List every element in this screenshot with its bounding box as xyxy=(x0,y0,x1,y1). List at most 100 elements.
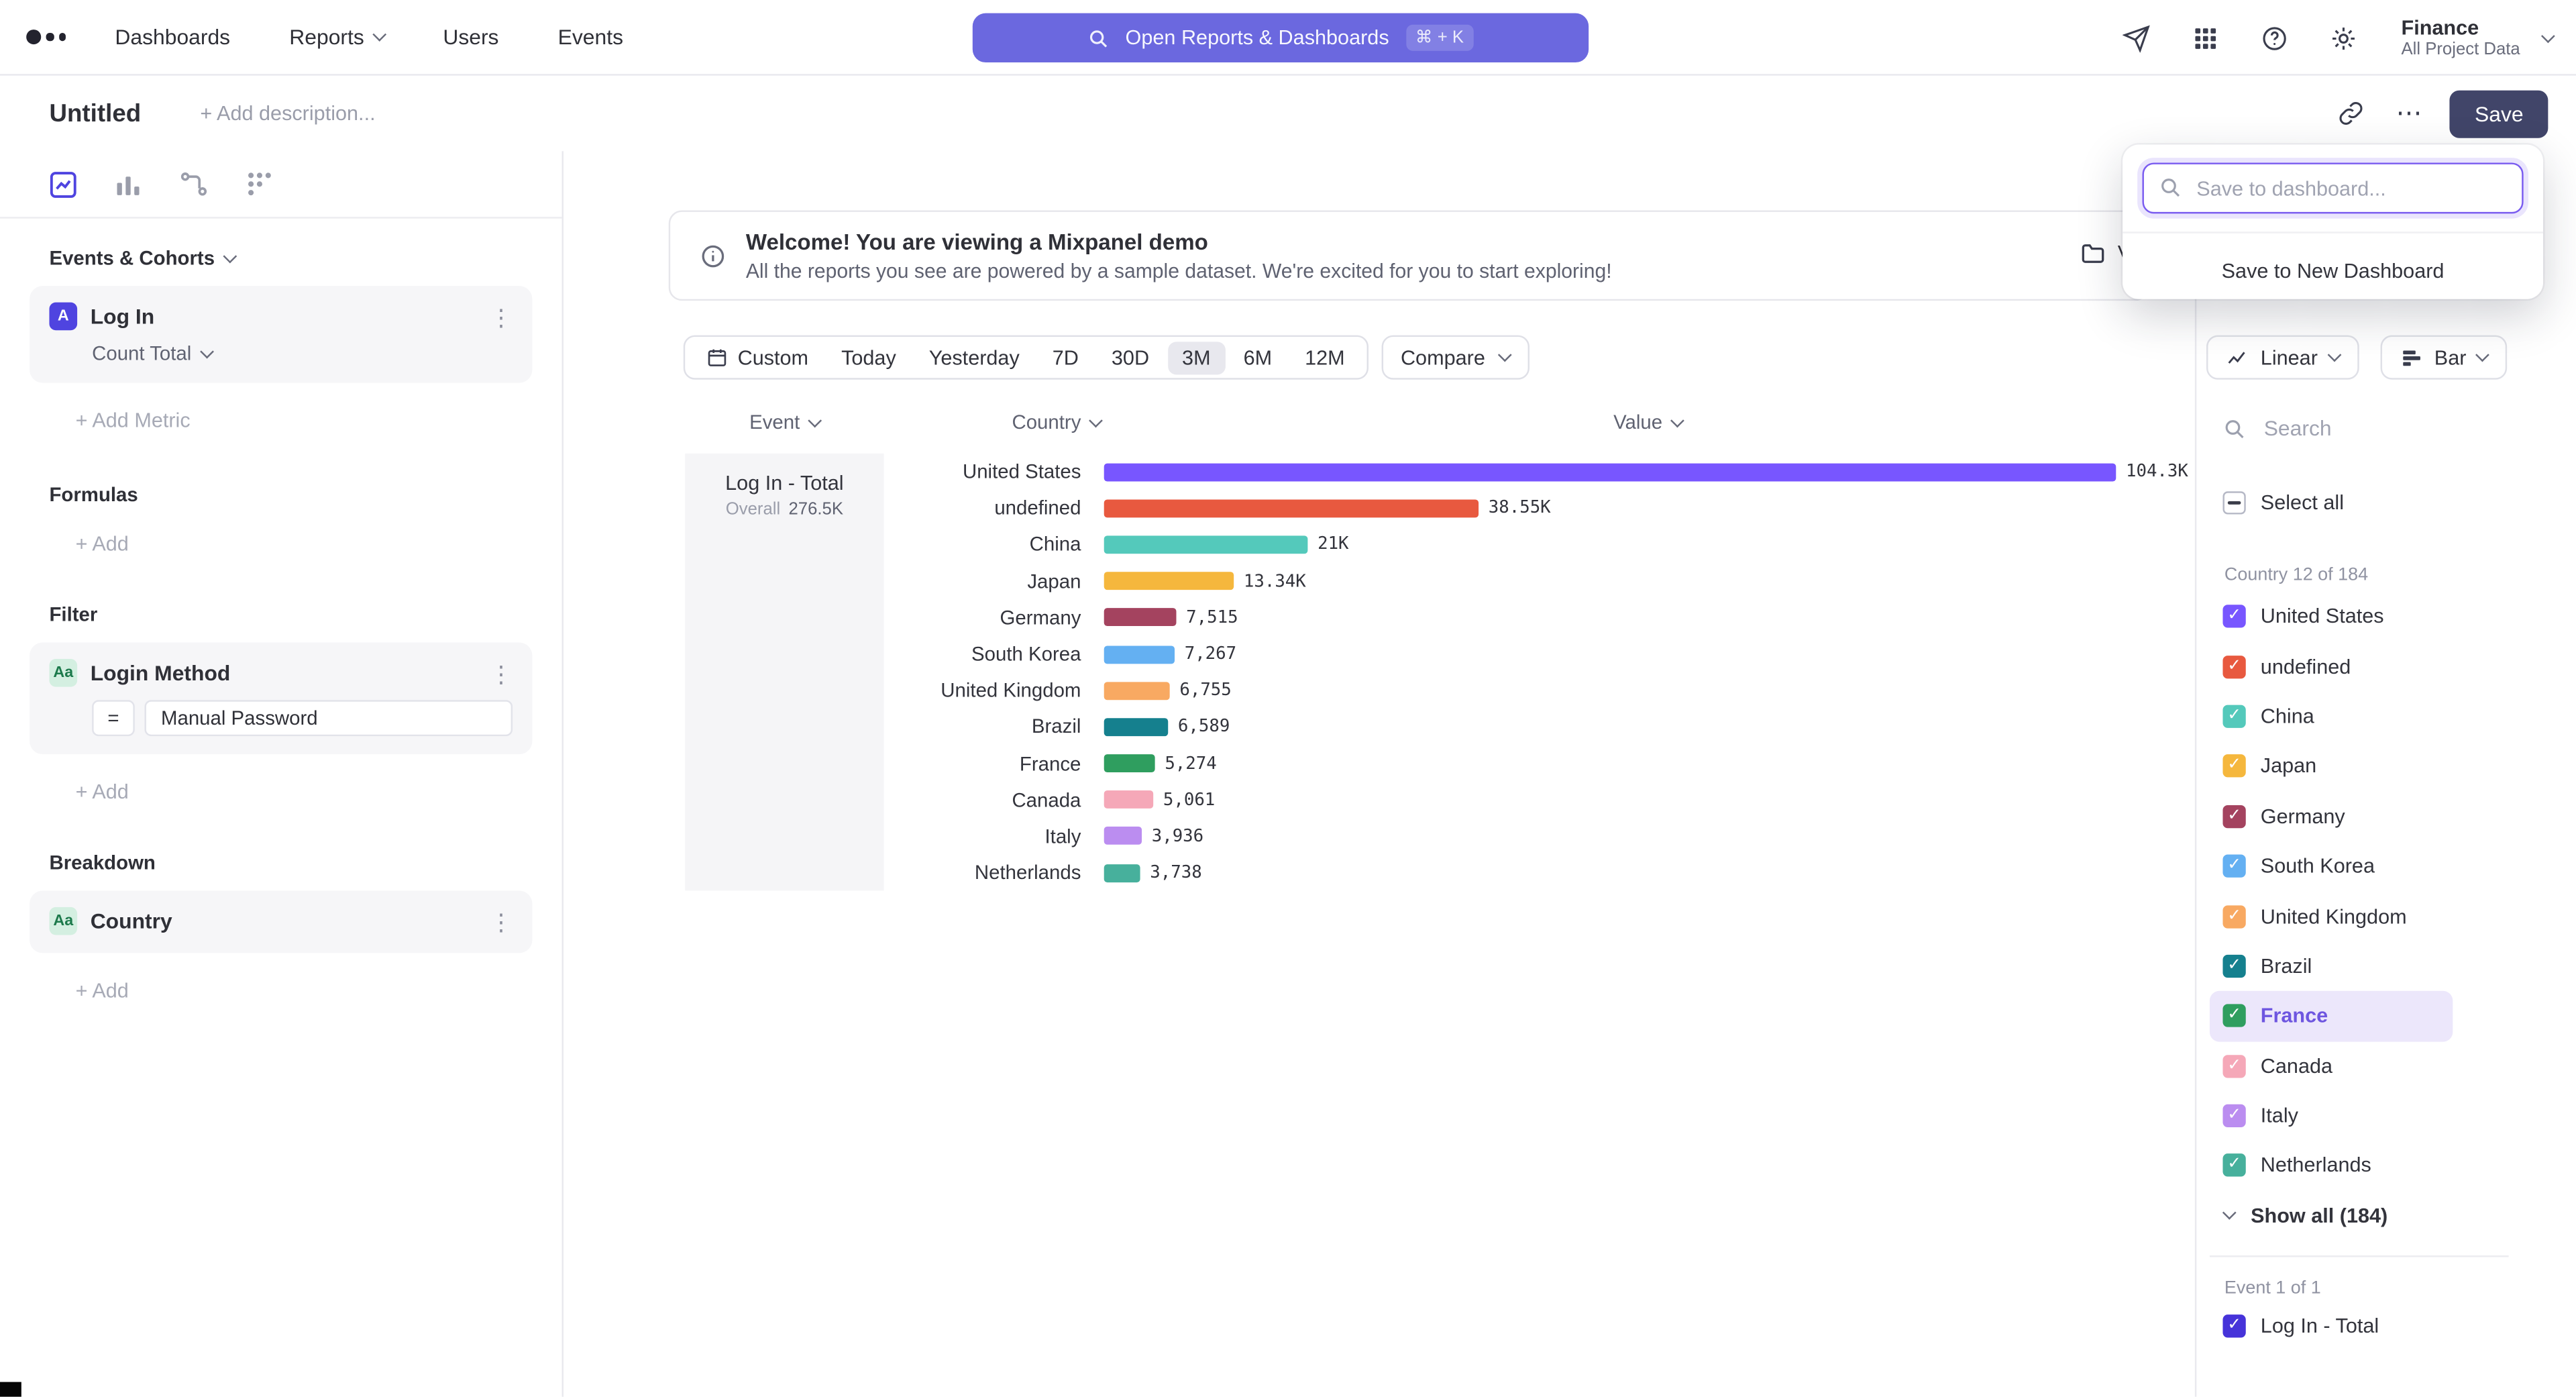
filter-item-united-states[interactable]: ✓United States xyxy=(2210,592,2453,641)
value-bar[interactable] xyxy=(1104,572,1234,590)
share-link-icon[interactable] xyxy=(2333,95,2369,132)
filter-item-france[interactable]: ✓France xyxy=(2210,991,2453,1041)
country-label[interactable]: Netherlands xyxy=(884,862,1104,884)
value-bar[interactable] xyxy=(1104,645,1175,663)
save-to-dashboard-input[interactable] xyxy=(2193,175,2505,201)
checkbox-checked-icon[interactable]: ✓ xyxy=(2222,955,2245,978)
nav-item-users[interactable]: Users xyxy=(443,25,498,50)
filter-card[interactable]: Aa Login Method ⋮ = Manual Password xyxy=(30,643,532,755)
country-column-header[interactable]: Country xyxy=(884,411,1104,433)
checkbox-checked-icon[interactable]: ✓ xyxy=(2222,655,2245,678)
value-bar[interactable] xyxy=(1104,718,1169,736)
metric-card[interactable]: A Log In ⋮ Count Total xyxy=(30,286,532,382)
value-column-header[interactable]: Value xyxy=(1104,411,2192,433)
event-legend-item[interactable]: ✓ Log In - Total xyxy=(2222,1314,2379,1337)
project-switcher[interactable]: Finance All Project Data xyxy=(2401,16,2553,60)
breakdown-kebab-icon[interactable]: ⋮ xyxy=(490,910,513,933)
indeterminate-checkbox[interactable] xyxy=(2222,491,2245,514)
event-group-cell[interactable]: Log In - Total Overall276.5K xyxy=(685,454,883,891)
more-options-icon[interactable]: ⋯ xyxy=(2396,97,2424,130)
nav-item-reports[interactable]: Reports xyxy=(289,25,384,50)
nav-item-events[interactable]: Events xyxy=(558,25,623,50)
country-label[interactable]: Germany xyxy=(884,606,1104,629)
filter-item-china[interactable]: ✓China xyxy=(2210,691,2453,741)
checkbox-checked-icon[interactable]: ✓ xyxy=(2222,1004,2245,1027)
add-metric-button[interactable]: + Add Metric xyxy=(76,409,562,432)
nav-item-dashboards[interactable]: Dashboards xyxy=(115,25,230,50)
tab-retention[interactable] xyxy=(243,168,276,201)
compare-dropdown[interactable]: Compare xyxy=(1381,335,1529,380)
save-to-new-dashboard-option[interactable]: Save to New Dashboard xyxy=(2123,231,2543,307)
metric-kebab-icon[interactable]: ⋮ xyxy=(490,305,513,327)
checkbox-checked-icon[interactable]: ✓ xyxy=(2222,1055,2245,1078)
event-column-header[interactable]: Event xyxy=(685,411,883,433)
filter-item-undefined[interactable]: ✓undefined xyxy=(2210,641,2453,691)
range-3m[interactable]: 3M xyxy=(1167,341,1226,374)
filter-item-germany[interactable]: ✓Germany xyxy=(2210,791,2453,841)
country-label[interactable]: South Korea xyxy=(884,643,1104,666)
events-cohorts-section-title[interactable]: Events & Cohorts xyxy=(49,246,513,269)
value-bar[interactable] xyxy=(1104,499,1479,517)
paper-plane-icon[interactable] xyxy=(2118,19,2155,56)
checkbox-checked-icon[interactable]: ✓ xyxy=(2222,1104,2245,1127)
tab-funnels[interactable] xyxy=(112,168,145,201)
checkbox-checked-icon[interactable]: ✓ xyxy=(2222,904,2245,927)
filter-value[interactable]: Manual Password xyxy=(145,700,513,736)
country-label[interactable]: undefined xyxy=(884,497,1104,519)
country-label[interactable]: Brazil xyxy=(884,715,1104,738)
filter-item-japan[interactable]: ✓Japan xyxy=(2210,741,2453,791)
breakdown-property-name[interactable]: Country xyxy=(91,909,172,933)
add-breakdown-button[interactable]: + Add xyxy=(76,980,562,1002)
filter-item-brazil[interactable]: ✓Brazil xyxy=(2210,941,2453,991)
value-bar[interactable] xyxy=(1104,827,1142,845)
country-label[interactable]: Italy xyxy=(884,825,1104,847)
country-label[interactable]: France xyxy=(884,752,1104,775)
add-filter-button[interactable]: + Add xyxy=(76,780,562,803)
range-yesterday[interactable]: Yesterday xyxy=(914,341,1034,374)
checkbox-checked-icon[interactable]: ✓ xyxy=(2222,605,2245,628)
filter-operator[interactable]: = xyxy=(92,700,135,736)
country-label[interactable]: Canada xyxy=(884,788,1104,811)
filter-item-united-kingdom[interactable]: ✓United Kingdom xyxy=(2210,891,2453,941)
country-label[interactable]: China xyxy=(884,533,1104,556)
breakdown-card[interactable]: Aa Country ⋮ xyxy=(30,890,532,953)
filter-item-canada[interactable]: ✓Canada xyxy=(2210,1041,2453,1090)
value-bar[interactable] xyxy=(1104,463,2116,481)
range-30d[interactable]: 30D xyxy=(1097,341,1164,374)
value-bar[interactable] xyxy=(1104,609,1177,627)
value-scale-dropdown[interactable]: Linear xyxy=(2206,335,2359,380)
value-bar[interactable] xyxy=(1104,682,1170,700)
value-bar[interactable] xyxy=(1104,864,1140,882)
value-bar[interactable] xyxy=(1104,791,1153,809)
mixpanel-logo-icon[interactable] xyxy=(26,30,66,44)
add-description-field[interactable]: + Add description... xyxy=(200,102,375,125)
country-label[interactable]: United Kingdom xyxy=(884,679,1104,702)
country-label[interactable]: United States xyxy=(884,460,1104,483)
show-all-button[interactable]: Show all (184) xyxy=(2224,1204,2387,1227)
global-search-button[interactable]: Open Reports & Dashboards ⌘ + K xyxy=(973,13,1589,62)
legend-search-input[interactable] xyxy=(2261,414,2507,442)
country-label[interactable]: Japan xyxy=(884,570,1104,592)
help-icon[interactable] xyxy=(2257,19,2293,56)
range-custom[interactable]: Custom xyxy=(692,341,823,374)
select-all-toggle[interactable]: Select all xyxy=(2222,491,2344,514)
apps-grid-icon[interactable] xyxy=(2188,19,2224,56)
range-7d[interactable]: 7D xyxy=(1038,341,1093,374)
filter-property-name[interactable]: Login Method xyxy=(91,660,231,685)
filter-item-italy[interactable]: ✓Italy xyxy=(2210,1091,2453,1141)
filter-kebab-icon[interactable]: ⋮ xyxy=(490,662,513,684)
filter-item-netherlands[interactable]: ✓Netherlands xyxy=(2210,1141,2453,1190)
checkbox-checked-icon[interactable]: ✓ xyxy=(2222,805,2245,827)
save-button[interactable]: Save xyxy=(2450,89,2548,137)
checkbox-checked-icon[interactable]: ✓ xyxy=(2222,1154,2245,1177)
chart-type-dropdown[interactable]: Bar xyxy=(2380,335,2508,380)
aggregation-selector[interactable]: Count Total xyxy=(92,342,513,364)
checkbox-checked-icon[interactable]: ✓ xyxy=(2222,755,2245,778)
checkbox-checked-icon[interactable]: ✓ xyxy=(2222,855,2245,878)
tab-flows[interactable] xyxy=(177,168,210,201)
value-bar[interactable] xyxy=(1104,754,1155,772)
range-6m[interactable]: 6M xyxy=(1229,341,1287,374)
range-12m[interactable]: 12M xyxy=(1290,341,1360,374)
tab-insights[interactable] xyxy=(46,168,79,201)
add-formula-button[interactable]: + Add xyxy=(76,532,562,555)
